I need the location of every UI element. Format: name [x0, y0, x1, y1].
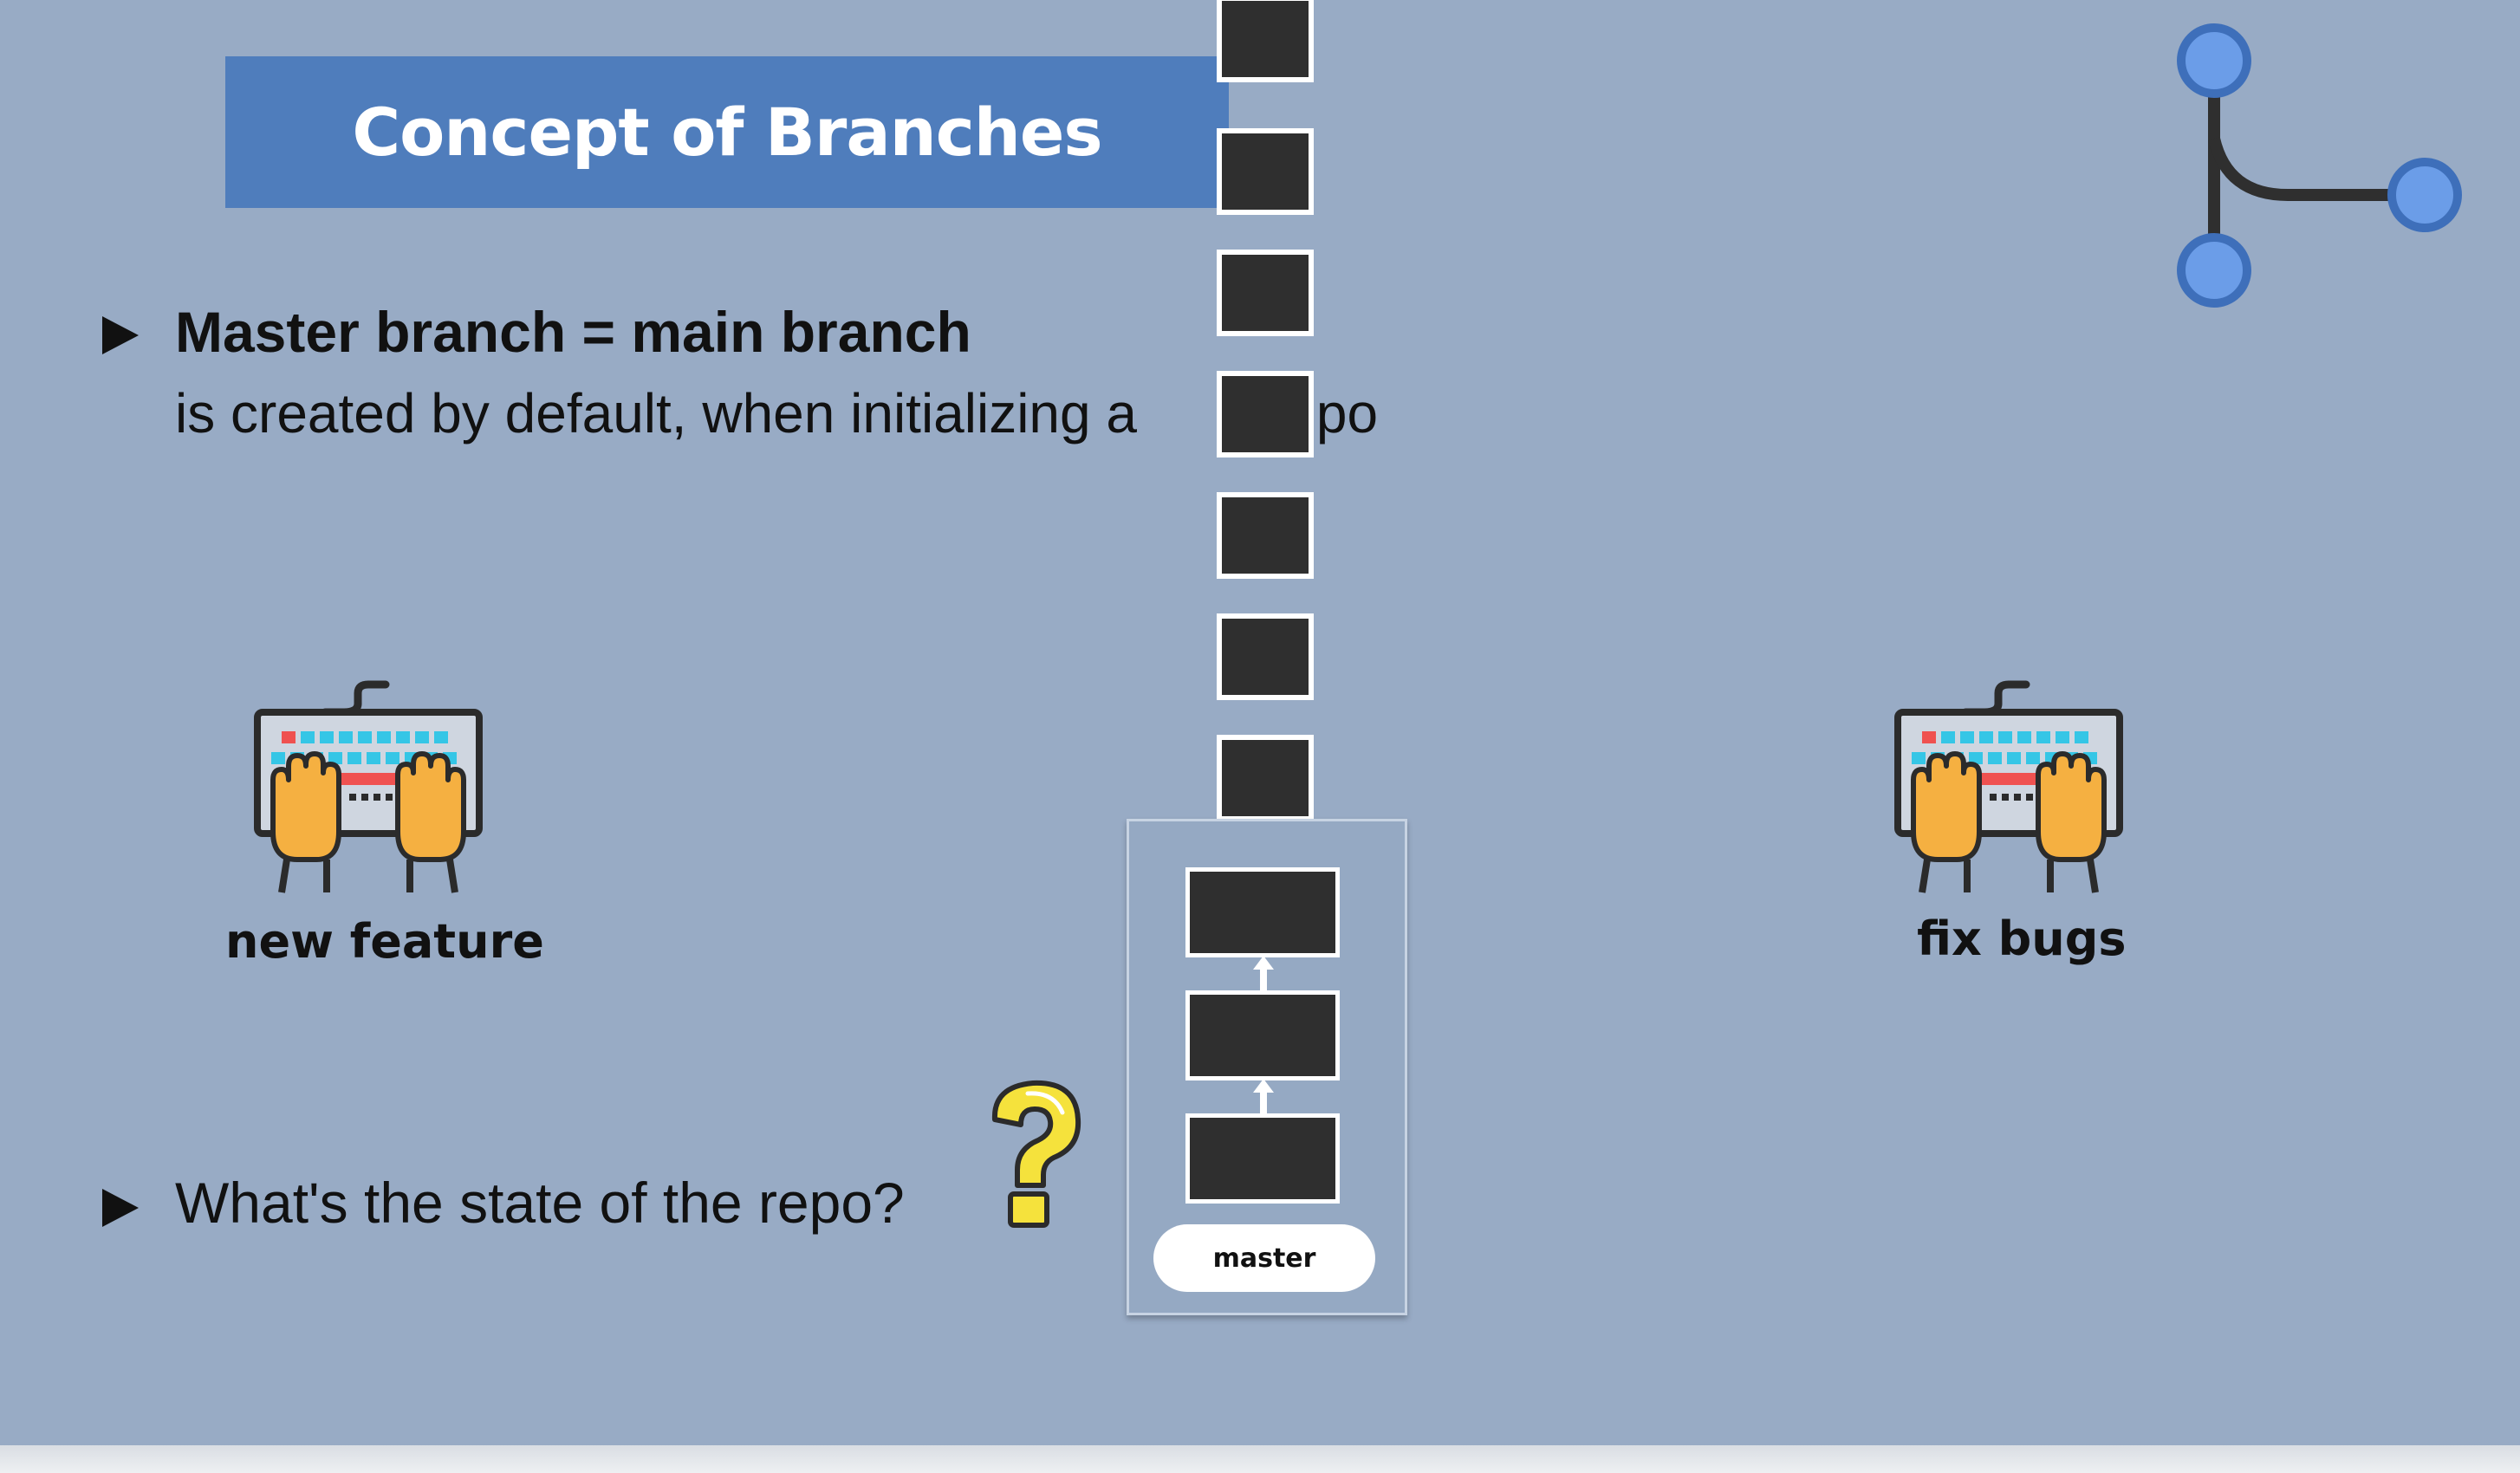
caption-fix-bugs: fix bugs — [1917, 912, 2127, 966]
bottom-bar — [0, 1445, 2520, 1473]
commit-box — [1217, 492, 1314, 579]
master-branch-panel: master — [1127, 819, 1407, 1315]
commit-box — [1217, 371, 1314, 457]
branch-label: master — [1212, 1243, 1316, 1274]
arrow-up-icon — [1253, 956, 1274, 990]
question-mark-icon — [991, 1080, 1081, 1228]
keyboard-hands-icon — [1894, 680, 2123, 893]
commit-box — [1185, 990, 1340, 1080]
bullet-text: is created by default, when initializing… — [175, 382, 1379, 444]
commit-box — [1217, 250, 1314, 336]
keyboard-hands-icon — [254, 680, 483, 893]
branch-label-pill: master — [1153, 1224, 1375, 1292]
commit-box — [1185, 867, 1340, 957]
commit-box — [1217, 0, 1314, 82]
play-arrow-icon — [102, 316, 139, 354]
page-title: Concept of Branches — [352, 94, 1102, 171]
arrow-up-icon — [1253, 1079, 1274, 1113]
commit-box — [1185, 1113, 1340, 1204]
bullet-question: What's the state of the repo? — [175, 1171, 905, 1235]
bullet-heading: Master branch = main branch — [175, 300, 971, 364]
commit-box — [1217, 128, 1314, 215]
commit-box — [1217, 613, 1314, 700]
caption-new-feature: new feature — [225, 914, 544, 969]
play-arrow-icon — [102, 1189, 139, 1227]
commit-stack — [1217, 0, 1321, 832]
git-branch-icon — [2177, 23, 2462, 308]
title-banner: Concept of Branches — [225, 56, 1229, 208]
commit-box — [1217, 735, 1314, 821]
